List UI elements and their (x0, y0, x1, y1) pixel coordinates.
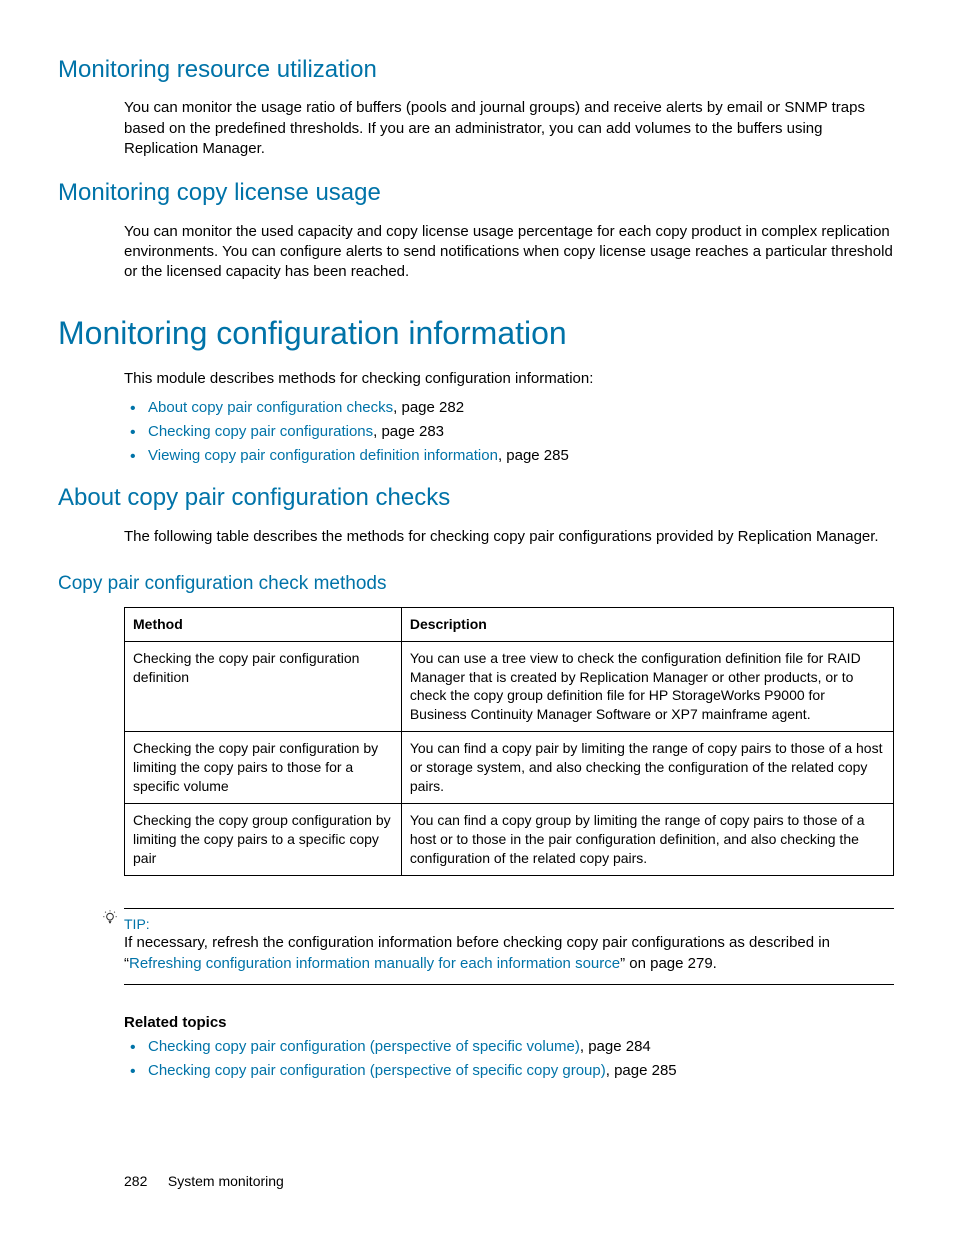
heading-about-checks: About copy pair configuration checks (58, 482, 894, 514)
methods-table: Method Description Checking the copy pai… (124, 607, 894, 876)
paragraph: You can monitor the used capacity and co… (124, 222, 894, 283)
heading-check-methods: Copy pair configuration check methods (58, 571, 894, 597)
list-item: Checking copy pair configuration (perspe… (124, 1037, 894, 1057)
toc-list: About copy pair configuration checks, pa… (124, 398, 894, 467)
table-cell: Checking the copy group configuration by… (125, 803, 402, 875)
table-row: Checking the copy pair configuration by … (125, 732, 894, 804)
related-link[interactable]: Checking copy pair configuration (perspe… (148, 1062, 606, 1079)
tip-link[interactable]: Refreshing configuration information man… (129, 955, 620, 972)
table-cell: You can use a tree view to check the con… (401, 641, 893, 732)
paragraph: The following table describes the method… (124, 527, 894, 547)
page-footer: 282 System monitoring (124, 1172, 894, 1191)
toc-link[interactable]: Checking copy pair configurations (148, 423, 373, 440)
toc-suffix: , page 282 (393, 399, 464, 416)
paragraph: You can monitor the usage ratio of buffe… (124, 98, 894, 159)
table-header: Description (401, 607, 893, 641)
paragraph: This module describes methods for checki… (124, 369, 894, 389)
toc-link[interactable]: About copy pair configuration checks (148, 399, 393, 416)
list-item: Viewing copy pair configuration definiti… (124, 446, 894, 466)
toc-link[interactable]: Viewing copy pair configuration definiti… (148, 447, 498, 464)
table-header-row: Method Description (125, 607, 894, 641)
table-cell: You can find a copy pair by limiting the… (401, 732, 893, 804)
toc-suffix: , page 285 (498, 447, 569, 464)
tip-block: TIP: If necessary, refresh the configura… (124, 908, 894, 985)
heading-copy-license-usage: Monitoring copy license usage (58, 177, 894, 209)
list-item: About copy pair configuration checks, pa… (124, 398, 894, 418)
tip-body: If necessary, refresh the configuration … (124, 933, 894, 974)
related-list: Checking copy pair configuration (perspe… (124, 1037, 894, 1082)
lightbulb-icon (102, 910, 118, 926)
table-cell: Checking the copy pair configuration def… (125, 641, 402, 732)
tip-text: ” on page 279. (620, 955, 717, 972)
related-suffix: , page 284 (580, 1038, 651, 1055)
toc-suffix: , page 283 (373, 423, 444, 440)
tip-label: TIP: (124, 915, 894, 934)
related-topics-heading: Related topics (124, 1013, 894, 1033)
page-number: 282 (124, 1172, 164, 1191)
table-row: Checking the copy group configuration by… (125, 803, 894, 875)
table-cell: You can find a copy group by limiting th… (401, 803, 893, 875)
heading-resource-utilization: Monitoring resource utilization (58, 54, 894, 86)
list-item: Checking copy pair configuration (perspe… (124, 1061, 894, 1081)
list-item: Checking copy pair configurations, page … (124, 422, 894, 442)
related-suffix: , page 285 (606, 1062, 677, 1079)
table-row: Checking the copy pair configuration def… (125, 641, 894, 732)
table-header: Method (125, 607, 402, 641)
heading-configuration-information: Monitoring configuration information (58, 312, 894, 355)
footer-section: System monitoring (168, 1173, 284, 1189)
table-cell: Checking the copy pair configuration by … (125, 732, 402, 804)
related-link[interactable]: Checking copy pair configuration (perspe… (148, 1038, 580, 1055)
